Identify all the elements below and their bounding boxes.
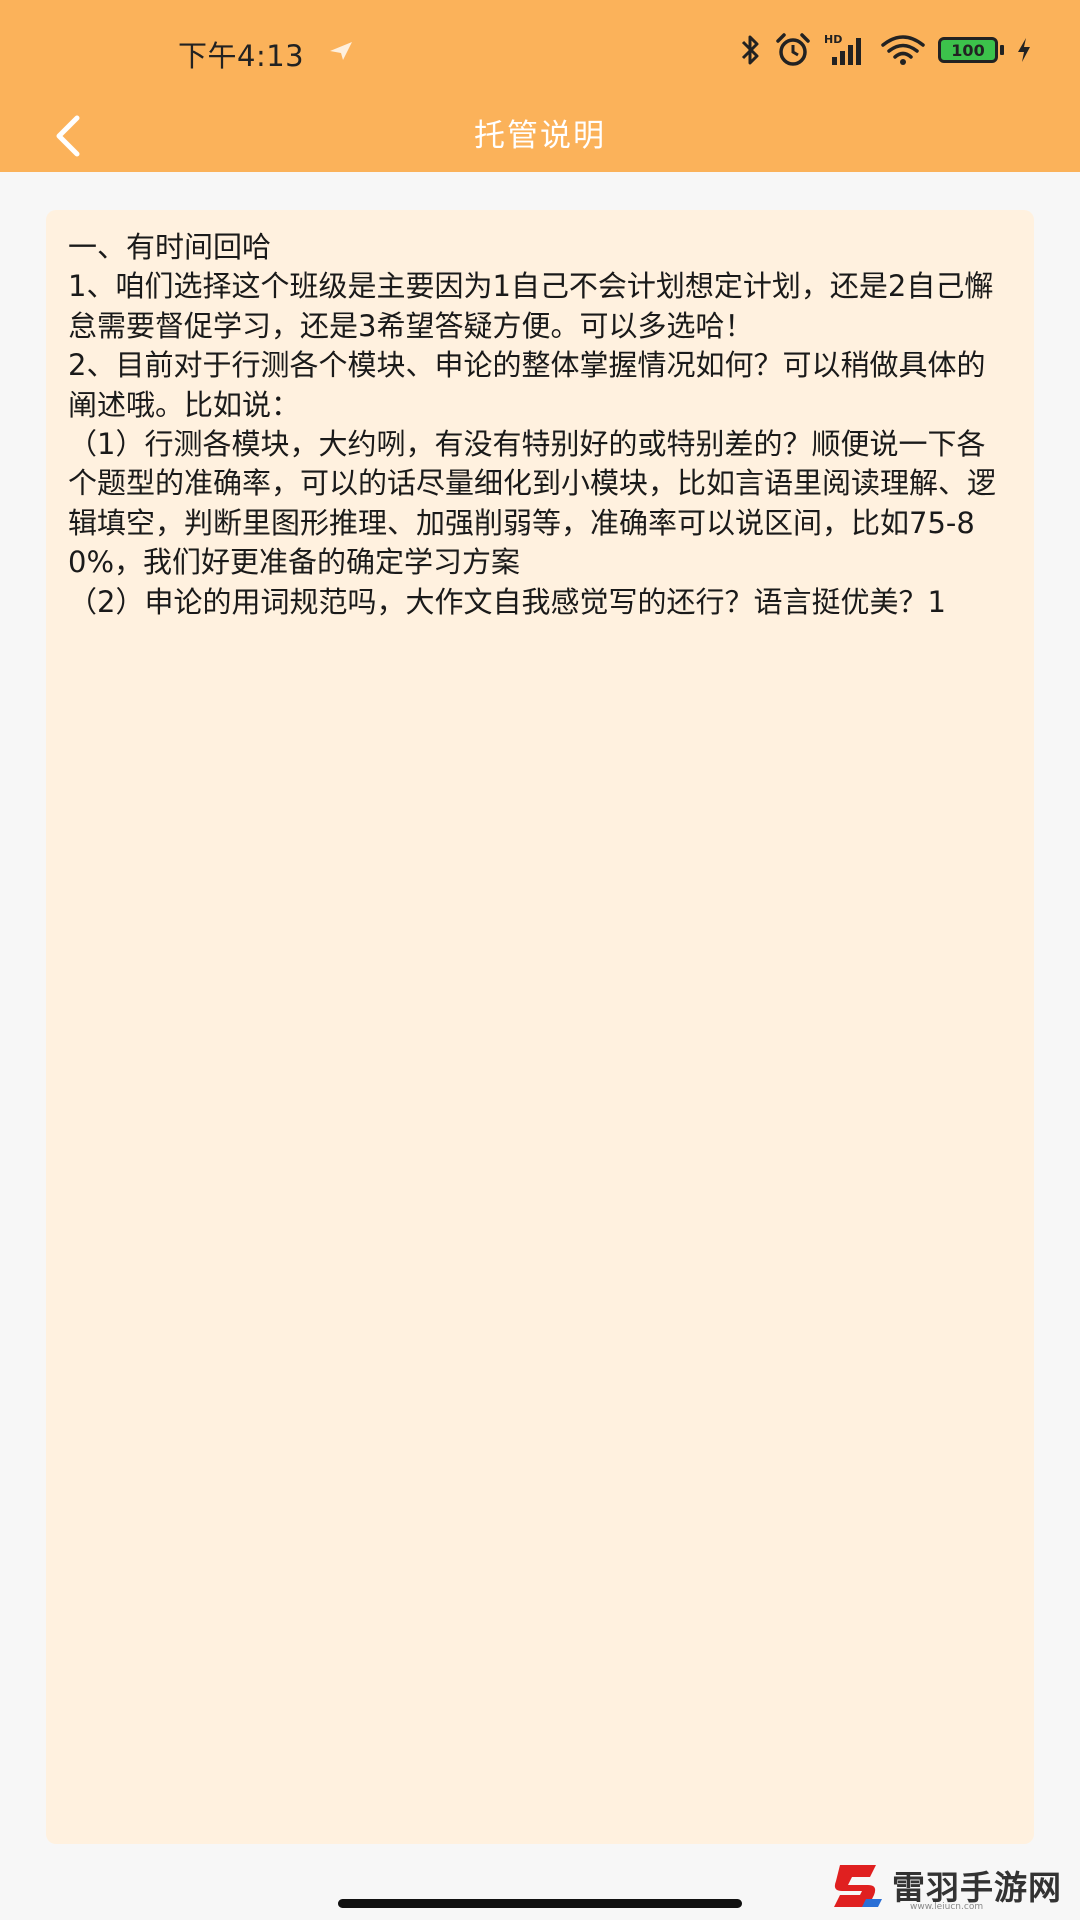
status-time: 下午4:13 (178, 39, 305, 73)
charging-icon (1018, 38, 1030, 62)
app-header: 下午4:13 HD 100 托管说明 (0, 0, 1080, 172)
back-button[interactable] (36, 100, 100, 172)
page-title: 托管说明 (474, 118, 606, 154)
battery-tip (1000, 45, 1004, 55)
alarm-icon (776, 33, 810, 66)
title-bar: 托管说明 (0, 100, 1080, 172)
status-icons: HD 100 (738, 30, 1032, 70)
description-text: 一、有时间回哈 1、咱们选择这个班级是主要因为1自己不会计划想定计划，还是2自己… (68, 230, 997, 619)
home-indicator[interactable] (338, 1899, 742, 1908)
bluetooth-icon (741, 35, 759, 65)
content-card: 一、有时间回哈 1、咱们选择这个班级是主要因为1自己不会计划想定计划，还是2自己… (46, 210, 1034, 1844)
chevron-left-icon (56, 115, 80, 157)
hd-signal-icon: HD (824, 33, 868, 67)
watermark-url: www.leiucn.com (910, 1902, 984, 1912)
location-arrow-icon (330, 42, 352, 60)
battery-level: 100 (938, 37, 998, 63)
battery-icon: 100 (938, 37, 1004, 63)
wifi-icon (881, 35, 925, 65)
status-bar: 下午4:13 HD 100 (0, 0, 1080, 100)
watermark-logo-icon (834, 1865, 882, 1907)
watermark: 雷羽手游网 www.leiucn.com (830, 1856, 1062, 1914)
